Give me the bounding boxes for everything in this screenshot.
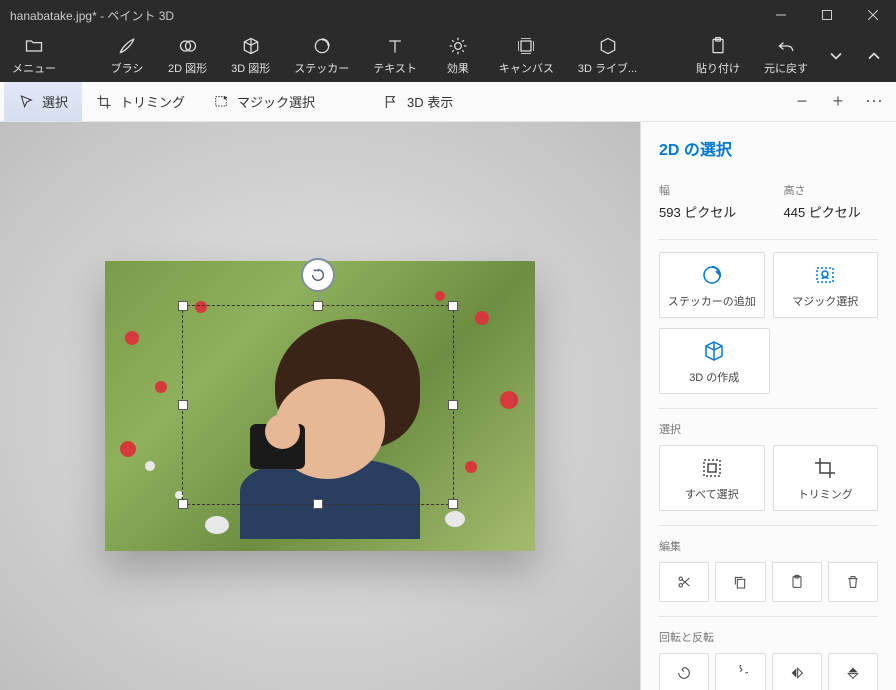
flip-h-icon <box>789 665 805 681</box>
copy-icon <box>732 574 748 590</box>
undo-dropdown[interactable] <box>820 30 852 82</box>
select-all-icon <box>700 456 724 480</box>
paste-button-panel[interactable] <box>772 562 822 602</box>
resize-handle-bl[interactable] <box>178 499 188 509</box>
height-value: 445 ピクセル <box>784 202 879 221</box>
crop-tool[interactable]: トリミング <box>82 82 199 121</box>
resize-handle-ml[interactable] <box>178 400 188 410</box>
collapse-ribbon-button[interactable] <box>852 30 896 82</box>
add-sticker-button[interactable]: ステッカーの追加 <box>659 252 765 318</box>
resize-handle-bm[interactable] <box>313 499 323 509</box>
minimize-button[interactable] <box>758 0 804 30</box>
library-3d-tab[interactable]: 3D ライブ... <box>566 30 649 82</box>
cube-3d-icon <box>702 339 726 363</box>
rotate-left-button[interactable] <box>659 653 709 690</box>
text-tab[interactable]: テキスト <box>361 30 429 82</box>
window-title: hanabatake.jpg* - ペイント 3D <box>10 7 758 24</box>
canvas-image[interactable] <box>105 261 535 551</box>
rotate-section-label: 回転と反転 <box>659 629 878 645</box>
paste-icon <box>708 36 728 56</box>
magic-icon <box>213 94 229 110</box>
make-3d-button[interactable]: 3D の作成 <box>659 328 770 394</box>
resize-handle-br[interactable] <box>448 499 458 509</box>
rotate-right-button[interactable] <box>715 653 765 690</box>
selection-marquee[interactable] <box>182 305 454 505</box>
scissors-icon <box>676 574 692 590</box>
trash-icon <box>845 574 861 590</box>
paste-button[interactable]: 貼り付け <box>684 30 752 82</box>
select-all-button[interactable]: すべて選択 <box>659 445 765 511</box>
canvas-area[interactable] <box>0 122 640 690</box>
crop-button[interactable]: トリミング <box>773 445 879 511</box>
chevron-up-icon <box>864 46 884 66</box>
cut-button[interactable] <box>659 562 709 602</box>
resize-handle-tr[interactable] <box>448 301 458 311</box>
sticker-icon <box>312 36 332 56</box>
select-tool[interactable]: 選択 <box>4 82 82 121</box>
workspace: 2D の選択 幅 593 ピクセル 高さ 445 ピクセル ステッカーの追加 マ… <box>0 122 896 690</box>
shapes-2d-tab[interactable]: 2D 図形 <box>156 30 219 82</box>
ribbon: メニュー ブラシ 2D 図形 3D 図形 ステッカー テキスト 効果 キャンバス… <box>0 30 896 82</box>
magic-select-tool[interactable]: マジック選択 <box>199 82 329 121</box>
folder-icon <box>24 36 44 56</box>
select-section-label: 選択 <box>659 421 878 437</box>
effect-tab[interactable]: 効果 <box>429 30 487 82</box>
more-options-button[interactable]: ⋯ <box>856 91 892 112</box>
panel-title: 2D の選択 <box>659 136 878 160</box>
view-3d-tool[interactable]: 3D 表示 <box>369 82 467 121</box>
maximize-button[interactable] <box>804 0 850 30</box>
chevron-down-icon <box>826 46 846 66</box>
cursor-icon <box>18 94 34 110</box>
copy-button[interactable] <box>715 562 765 602</box>
delete-button[interactable] <box>828 562 878 602</box>
resize-handle-mr[interactable] <box>448 400 458 410</box>
canvas-icon <box>516 36 536 56</box>
crop-icon <box>813 456 837 480</box>
brush-icon <box>117 36 137 56</box>
rotate-right-icon <box>732 665 748 681</box>
width-value: 593 ピクセル <box>659 202 754 221</box>
close-button[interactable] <box>850 0 896 30</box>
side-panel: 2D の選択 幅 593 ピクセル 高さ 445 ピクセル ステッカーの追加 マ… <box>640 122 896 690</box>
undo-icon <box>776 36 796 56</box>
flip-v-icon <box>845 665 861 681</box>
text-icon <box>385 36 405 56</box>
shapes-2d-icon <box>178 36 198 56</box>
sticker-add-icon <box>700 263 724 287</box>
height-label: 高さ <box>784 182 879 198</box>
magic-select-icon <box>813 263 837 287</box>
resize-handle-tm[interactable] <box>313 301 323 311</box>
magic-select-button[interactable]: マジック選択 <box>773 252 879 318</box>
rotate-icon <box>310 267 326 283</box>
sticker-tab[interactable]: ステッカー <box>282 30 361 82</box>
rotate-handle[interactable] <box>301 258 335 292</box>
crop-icon <box>96 94 112 110</box>
clipboard-icon <box>789 574 805 590</box>
shapes-3d-tab[interactable]: 3D 図形 <box>219 30 282 82</box>
window-controls <box>758 0 896 30</box>
width-label: 幅 <box>659 182 754 198</box>
undo-button[interactable]: 元に戻す <box>752 30 820 82</box>
titlebar: hanabatake.jpg* - ペイント 3D <box>0 0 896 30</box>
rotate-left-icon <box>676 665 692 681</box>
flip-horizontal-button[interactable] <box>772 653 822 690</box>
zoom-out-button[interactable]: − <box>784 91 820 112</box>
resize-handle-tl[interactable] <box>178 301 188 311</box>
edit-section-label: 編集 <box>659 538 878 554</box>
flip-vertical-button[interactable] <box>828 653 878 690</box>
cube-icon <box>241 36 261 56</box>
zoom-in-button[interactable]: + <box>820 91 856 112</box>
sub-toolbar: 選択 トリミング マジック選択 3D 表示 − + ⋯ <box>0 82 896 122</box>
flag-icon <box>383 94 399 110</box>
brush-tab[interactable]: ブラシ <box>98 30 156 82</box>
menu-button[interactable]: メニュー <box>0 30 68 82</box>
library-icon <box>598 36 618 56</box>
canvas-tab[interactable]: キャンバス <box>487 30 566 82</box>
sun-icon <box>448 36 468 56</box>
